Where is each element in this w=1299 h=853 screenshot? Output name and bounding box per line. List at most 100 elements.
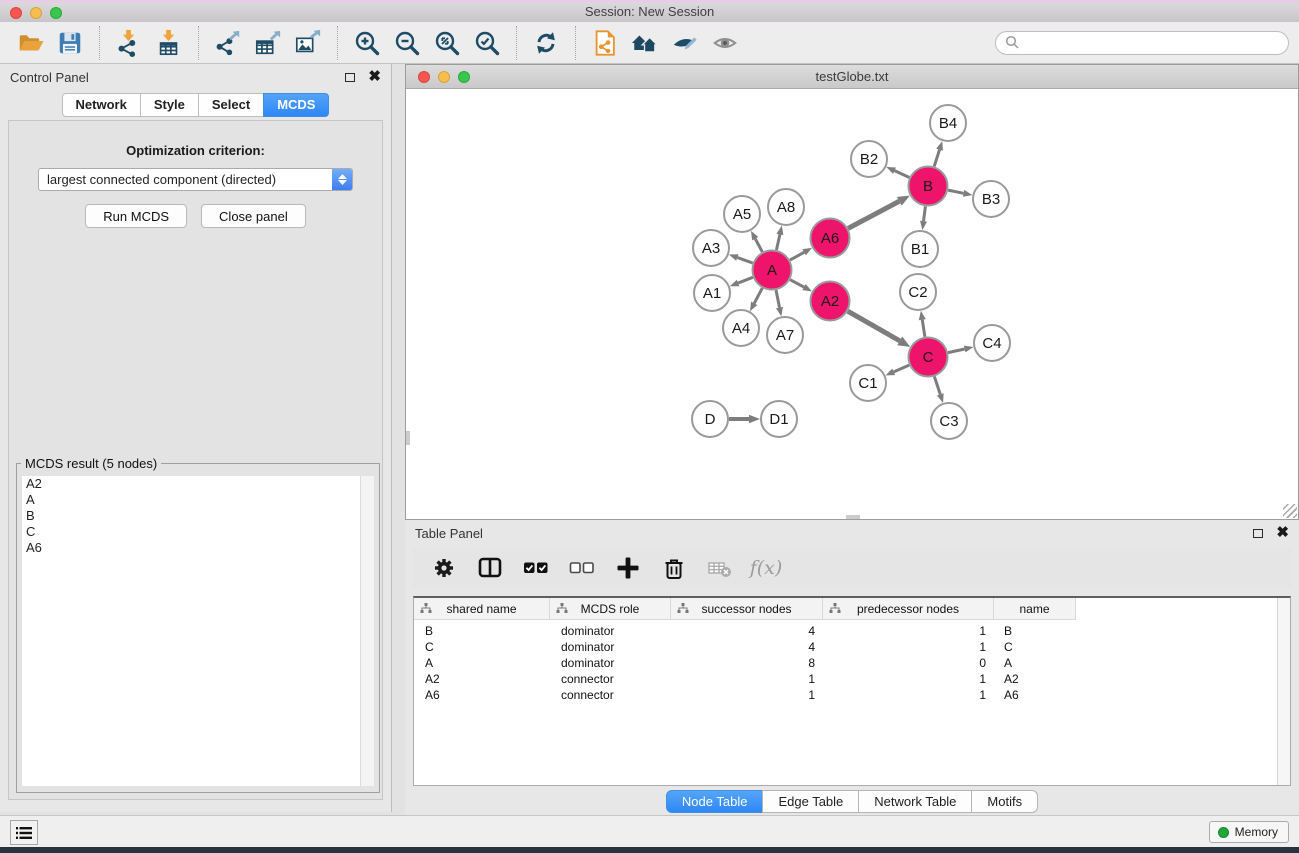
search-box[interactable]	[995, 31, 1289, 55]
column-header-shared-name[interactable]: shared name	[414, 598, 550, 620]
open-session-icon[interactable]	[10, 25, 50, 61]
window-resize-grip[interactable]	[1283, 504, 1297, 518]
node-C2[interactable]: C2	[900, 274, 936, 310]
run-mcds-button[interactable]: Run MCDS	[85, 204, 187, 228]
close-table-panel-icon[interactable]: ✖	[1276, 527, 1289, 539]
delete-column-trash-icon[interactable]	[659, 553, 689, 583]
tab-motifs[interactable]: Motifs	[971, 790, 1038, 813]
mcds-result-item[interactable]: B	[22, 508, 374, 524]
export-network-icon[interactable]	[208, 25, 248, 61]
save-session-icon[interactable]	[50, 25, 90, 61]
node-A8[interactable]: A8	[768, 189, 804, 225]
mcds-list-scrollbar[interactable]	[360, 476, 374, 786]
canvas-horizontal-scroll-nub[interactable]	[846, 515, 860, 519]
node-A5[interactable]: A5	[724, 196, 760, 232]
edge-A-A7[interactable]	[776, 290, 783, 316]
edge-A2-C[interactable]	[848, 311, 910, 347]
node-A1[interactable]: A1	[694, 275, 730, 311]
node-B3[interactable]: B3	[973, 181, 1009, 217]
close-panel-icon[interactable]: ✖	[368, 71, 381, 83]
import-network-icon[interactable]	[109, 25, 149, 61]
column-header-successor-nodes[interactable]: successor nodes	[671, 598, 823, 620]
show-all-eye-icon[interactable]	[705, 25, 745, 61]
refresh-layout-icon[interactable]	[526, 25, 566, 61]
task-history-button[interactable]	[10, 820, 38, 845]
node-C4[interactable]: C4	[974, 325, 1010, 361]
edge-C-C2[interactable]	[919, 311, 926, 337]
export-image-icon[interactable]	[288, 25, 328, 61]
node-A3[interactable]: A3	[693, 230, 729, 266]
tab-network-table[interactable]: Network Table	[858, 790, 972, 813]
node-A[interactable]: A	[753, 251, 792, 290]
tab-edge-table[interactable]: Edge Table	[762, 790, 859, 813]
node-A6[interactable]: A6	[811, 219, 850, 258]
tab-mcds[interactable]: MCDS	[263, 93, 329, 117]
edge-A-A5[interactable]	[751, 231, 762, 252]
node-C3[interactable]: C3	[931, 403, 967, 439]
node-A4[interactable]: A4	[723, 310, 759, 346]
close-window-button[interactable]	[10, 7, 22, 19]
export-table-icon[interactable]	[248, 25, 288, 61]
edge-C-C3[interactable]	[934, 376, 943, 402]
network-zoom-button[interactable]	[458, 71, 470, 83]
node-D[interactable]: D	[692, 401, 728, 437]
edge-B-B3[interactable]	[948, 190, 972, 197]
edge-A-A6[interactable]	[790, 248, 812, 260]
network-close-button[interactable]	[418, 71, 430, 83]
select-all-columns-icon[interactable]	[521, 553, 551, 583]
edge-B-B2[interactable]	[886, 167, 909, 178]
tab-style[interactable]: Style	[140, 93, 199, 117]
edge-B-B1[interactable]	[920, 206, 927, 230]
edge-C-C1[interactable]	[885, 365, 909, 375]
edge-A-A8[interactable]	[776, 226, 783, 250]
node-A7[interactable]: A7	[767, 317, 803, 353]
float-table-panel-icon[interactable]	[1253, 529, 1263, 538]
float-panel-icon[interactable]	[345, 73, 355, 82]
column-header-mcds-role[interactable]: MCDS role	[550, 598, 671, 620]
edge-A6-B[interactable]	[848, 196, 910, 229]
hide-show-tool-icon[interactable]	[665, 25, 705, 61]
table-row[interactable]: Adominator80A	[414, 655, 1290, 671]
edge-A-A1[interactable]	[730, 277, 753, 286]
zoom-selected-icon[interactable]	[467, 25, 507, 61]
table-row[interactable]: Bdominator41B	[414, 623, 1290, 639]
mcds-result-item[interactable]: C	[22, 524, 374, 540]
network-minimize-button[interactable]	[438, 71, 450, 83]
mcds-result-item[interactable]: A	[22, 492, 374, 508]
zoom-window-button[interactable]	[50, 7, 62, 19]
search-input[interactable]	[1020, 35, 1279, 50]
node-B[interactable]: B	[909, 167, 948, 206]
edge-A-A3[interactable]	[729, 254, 753, 263]
network-file-icon[interactable]	[585, 25, 625, 61]
zoom-in-icon[interactable]	[347, 25, 387, 61]
mcds-result-item[interactable]: A6	[22, 540, 374, 556]
edge-A-A2[interactable]	[790, 280, 812, 292]
table-row[interactable]: A6connector11A6	[414, 687, 1290, 703]
column-header-predecessor-nodes[interactable]: predecessor nodes	[823, 598, 994, 620]
edge-D-D1[interactable]	[729, 415, 760, 424]
add-column-icon[interactable]	[613, 553, 643, 583]
network-canvas[interactable]: AA1A3A5A8A4A7A6A2BB1B2B3B4CC1C2C3C4DD1	[406, 89, 1298, 519]
table-row[interactable]: Cdominator41C	[414, 639, 1290, 655]
import-table-icon[interactable]	[149, 25, 189, 61]
minimize-window-button[interactable]	[30, 7, 42, 19]
zoom-fit-icon[interactable]	[427, 25, 467, 61]
home-overview-icon[interactable]	[625, 25, 665, 61]
memory-button[interactable]: Memory	[1209, 821, 1289, 843]
table-settings-gear-icon[interactable]	[429, 553, 459, 583]
tab-select[interactable]: Select	[198, 93, 264, 117]
edge-B-B4[interactable]	[934, 141, 943, 166]
table-scrollbar[interactable]	[1277, 598, 1290, 785]
tab-node-table[interactable]: Node Table	[666, 790, 764, 813]
show-columns-icon[interactable]	[475, 553, 505, 583]
mcds-result-item[interactable]: A2	[22, 476, 374, 492]
node-B2[interactable]: B2	[851, 141, 887, 177]
node-A2[interactable]: A2	[811, 282, 850, 321]
tab-network[interactable]: Network	[62, 93, 141, 117]
node-D1[interactable]: D1	[761, 401, 797, 437]
column-header-name[interactable]: name	[994, 598, 1076, 620]
close-panel-button[interactable]: Close panel	[201, 204, 306, 228]
node-B4[interactable]: B4	[930, 105, 966, 141]
node-C1[interactable]: C1	[850, 365, 886, 401]
criterion-dropdown[interactable]: largest connected component (directed)	[38, 168, 353, 191]
